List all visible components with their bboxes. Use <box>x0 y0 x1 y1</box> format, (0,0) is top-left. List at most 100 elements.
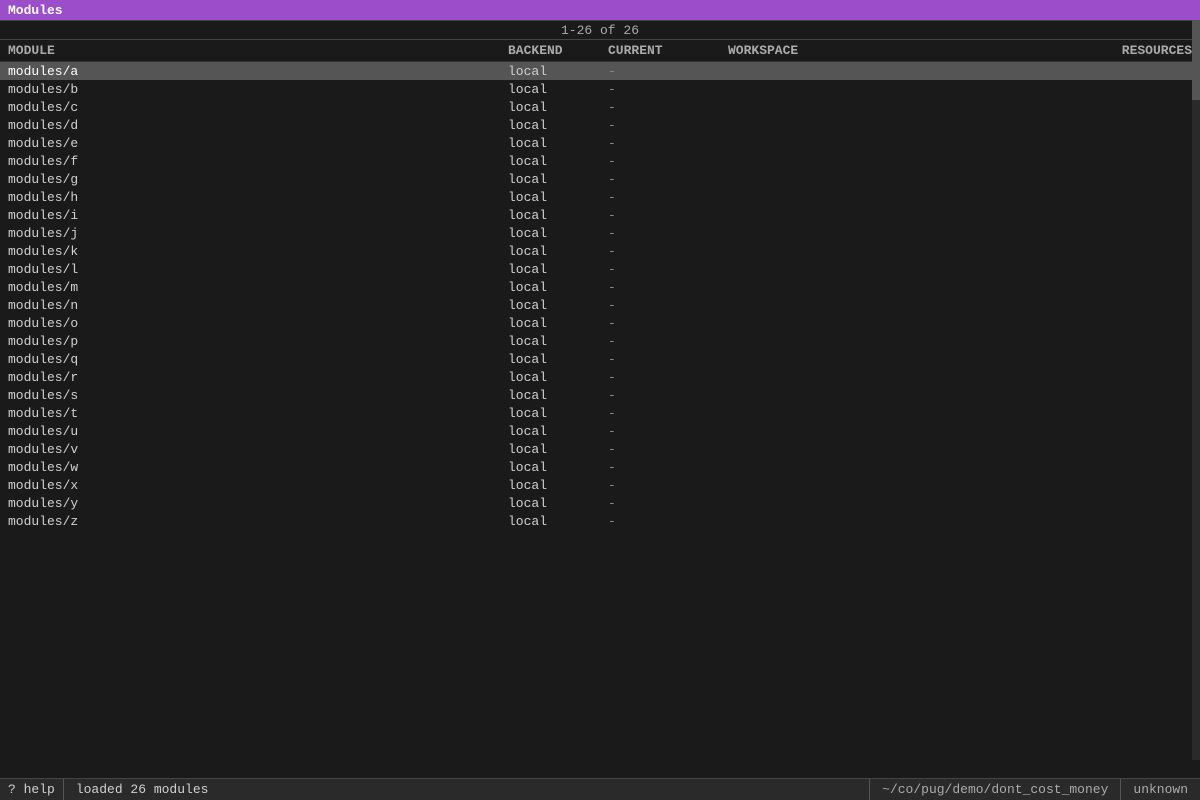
row-backend: local <box>508 226 608 241</box>
row-current: - <box>608 316 728 331</box>
table-row[interactable]: modules/elocal- <box>0 134 1200 152</box>
table-row[interactable]: modules/hlocal- <box>0 188 1200 206</box>
row-module: modules/c <box>8 100 508 115</box>
pagination-bar: 1-26 of 26 <box>0 20 1200 40</box>
row-module: modules/b <box>8 82 508 97</box>
row-backend: local <box>508 334 608 349</box>
table-row[interactable]: modules/tlocal- <box>0 404 1200 422</box>
table-row[interactable]: modules/alocal- <box>0 62 1200 80</box>
row-backend: local <box>508 262 608 277</box>
row-module: modules/v <box>8 442 508 457</box>
table-row[interactable]: modules/slocal- <box>0 386 1200 404</box>
col-module-header: MODULE <box>8 43 508 58</box>
pagination-text: 1-26 of 26 <box>561 23 639 38</box>
table-row[interactable]: modules/wlocal- <box>0 458 1200 476</box>
scrollbar-thumb[interactable] <box>1192 20 1200 100</box>
row-current: - <box>608 334 728 349</box>
status-bar: ? help loaded 26 modules ~/co/pug/demo/d… <box>0 778 1200 800</box>
row-backend: local <box>508 82 608 97</box>
table-row[interactable]: modules/olocal- <box>0 314 1200 332</box>
row-module: modules/d <box>8 118 508 133</box>
row-current: - <box>608 262 728 277</box>
row-current: - <box>608 370 728 385</box>
row-module: modules/p <box>8 334 508 349</box>
help-section[interactable]: ? help <box>0 779 64 800</box>
table-row[interactable]: modules/ulocal- <box>0 422 1200 440</box>
table-row[interactable]: modules/flocal- <box>0 152 1200 170</box>
row-current: - <box>608 190 728 205</box>
row-module: modules/m <box>8 280 508 295</box>
table-row[interactable]: modules/ylocal- <box>0 494 1200 512</box>
row-current: - <box>608 280 728 295</box>
col-resources-header: RESOURCES <box>928 43 1192 58</box>
row-current: - <box>608 244 728 259</box>
row-current: - <box>608 388 728 403</box>
row-backend: local <box>508 460 608 475</box>
row-module: modules/i <box>8 208 508 223</box>
table-row[interactable]: modules/xlocal- <box>0 476 1200 494</box>
row-current: - <box>608 496 728 511</box>
row-backend: local <box>508 316 608 331</box>
row-backend: local <box>508 154 608 169</box>
row-current: - <box>608 514 728 529</box>
col-current-header: CURRENT <box>608 43 728 58</box>
row-module: modules/s <box>8 388 508 403</box>
table-body: modules/alocal-modules/blocal-modules/cl… <box>0 62 1200 778</box>
row-current: - <box>608 442 728 457</box>
row-module: modules/f <box>8 154 508 169</box>
row-current: - <box>608 478 728 493</box>
table-row[interactable]: modules/klocal- <box>0 242 1200 260</box>
row-module: modules/a <box>8 64 508 79</box>
row-backend: local <box>508 514 608 529</box>
table-row[interactable]: modules/ilocal- <box>0 206 1200 224</box>
col-workspace-header: WORKSPACE <box>728 43 928 58</box>
row-backend: local <box>508 388 608 403</box>
row-module: modules/k <box>8 244 508 259</box>
table-row[interactable]: modules/rlocal- <box>0 368 1200 386</box>
column-header: MODULE BACKEND CURRENT WORKSPACE RESOURC… <box>0 40 1200 62</box>
row-module: modules/l <box>8 262 508 277</box>
row-module: modules/h <box>8 190 508 205</box>
row-current: - <box>608 82 728 97</box>
row-backend: local <box>508 100 608 115</box>
row-current: - <box>608 136 728 151</box>
table-row[interactable]: modules/dlocal- <box>0 116 1200 134</box>
table-row[interactable]: modules/glocal- <box>0 170 1200 188</box>
table-row[interactable]: modules/vlocal- <box>0 440 1200 458</box>
help-label: ? help <box>8 782 55 797</box>
scrollbar[interactable] <box>1192 20 1200 760</box>
row-current: - <box>608 226 728 241</box>
row-module: modules/e <box>8 136 508 151</box>
table-row[interactable]: modules/mlocal- <box>0 278 1200 296</box>
row-backend: local <box>508 298 608 313</box>
table-row[interactable]: modules/jlocal- <box>0 224 1200 242</box>
row-backend: local <box>508 496 608 511</box>
row-backend: local <box>508 118 608 133</box>
table-row[interactable]: modules/plocal- <box>0 332 1200 350</box>
col-backend-header: BACKEND <box>508 43 608 58</box>
row-current: - <box>608 298 728 313</box>
row-backend: local <box>508 352 608 367</box>
table-row[interactable]: modules/zlocal- <box>0 512 1200 530</box>
row-module: modules/r <box>8 370 508 385</box>
table-row[interactable]: modules/llocal- <box>0 260 1200 278</box>
row-module: modules/u <box>8 424 508 439</box>
row-module: modules/j <box>8 226 508 241</box>
row-backend: local <box>508 208 608 223</box>
row-current: - <box>608 100 728 115</box>
row-backend: local <box>508 280 608 295</box>
path-section: ~/co/pug/demo/dont_cost_money <box>869 779 1120 800</box>
row-module: modules/n <box>8 298 508 313</box>
row-module: modules/w <box>8 460 508 475</box>
table-row[interactable]: modules/clocal- <box>0 98 1200 116</box>
table-row[interactable]: modules/nlocal- <box>0 296 1200 314</box>
row-backend: local <box>508 136 608 151</box>
row-module: modules/x <box>8 478 508 493</box>
row-current: - <box>608 208 728 223</box>
table-row[interactable]: modules/blocal- <box>0 80 1200 98</box>
table-row[interactable]: modules/qlocal- <box>0 350 1200 368</box>
row-current: - <box>608 64 728 79</box>
title-bar: Modules <box>0 0 1200 20</box>
title-label: Modules <box>8 3 63 18</box>
row-backend: local <box>508 190 608 205</box>
